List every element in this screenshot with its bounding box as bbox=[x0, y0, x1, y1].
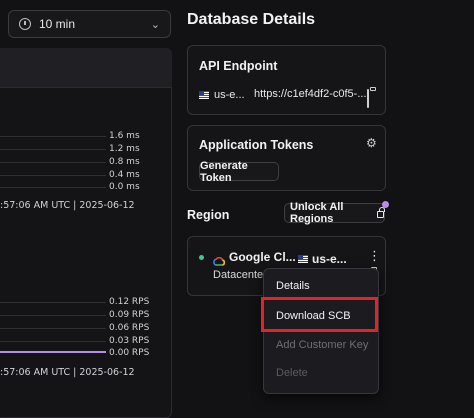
menu-item-delete[interactable]: Delete bbox=[276, 367, 308, 379]
grid-line bbox=[0, 315, 106, 316]
grid-line bbox=[0, 328, 106, 329]
region-subtitle: Datacenter bbox=[213, 269, 267, 281]
copy-icon[interactable] bbox=[367, 89, 369, 108]
google-cloud-icon bbox=[213, 253, 226, 266]
generate-token-button[interactable]: Generate Token bbox=[199, 160, 279, 184]
rps-chart: 0.12 RPS 0.09 RPS 0.06 RPS 0.03 RPS 0.00… bbox=[0, 0, 172, 418]
region-location-label: us-e... bbox=[312, 252, 347, 266]
y-tick-label: 0.06 RPS bbox=[109, 323, 150, 333]
menu-item-add-customer-key[interactable]: Add Customer Key bbox=[276, 339, 368, 351]
rps-series-line bbox=[0, 351, 106, 353]
lock-icon bbox=[377, 207, 385, 218]
endpoint-region-label: us-e... bbox=[214, 89, 245, 101]
region-title: Region bbox=[187, 208, 230, 222]
grid-line bbox=[0, 302, 106, 303]
provider-label: Google Cl... bbox=[229, 250, 296, 264]
endpoint-region: us-e... bbox=[199, 89, 245, 101]
unlock-all-regions-label: Unlock All Regions bbox=[290, 201, 344, 225]
y-tick-label: 0.12 RPS bbox=[109, 297, 150, 307]
status-dot bbox=[199, 255, 204, 260]
application-tokens-title: Application Tokens bbox=[199, 138, 314, 152]
provider-info: Google Cl... bbox=[213, 250, 296, 266]
notification-dot bbox=[382, 201, 389, 208]
y-tick-label: 0.00 RPS bbox=[109, 348, 150, 358]
x-timestamp-label: :57:06 AM UTC | 2025-06-12 bbox=[0, 367, 135, 378]
api-endpoint-card: API Endpoint us-e... https://c1ef4df2-c0… bbox=[187, 45, 386, 115]
page-title: Database Details bbox=[187, 11, 316, 28]
unlock-all-regions-button[interactable]: Unlock All Regions bbox=[284, 201, 385, 225]
menu-item-details[interactable]: Details bbox=[276, 280, 310, 292]
grid-line bbox=[0, 341, 106, 342]
endpoint-url: https://c1ef4df2-c0f5-... bbox=[254, 88, 367, 100]
y-tick-label: 0.03 RPS bbox=[109, 336, 150, 346]
download-scb-highlight bbox=[261, 297, 378, 332]
y-tick-label: 0.09 RPS bbox=[109, 310, 150, 320]
us-flag-icon bbox=[199, 91, 209, 99]
application-tokens-card: Application Tokens ⚙ Generate Token bbox=[187, 125, 386, 191]
more-options-icon[interactable]: ⋮ bbox=[368, 249, 381, 262]
region-location: us-e... bbox=[298, 252, 347, 266]
api-endpoint-title: API Endpoint bbox=[199, 59, 278, 73]
gear-icon[interactable]: ⚙ bbox=[366, 136, 377, 150]
us-flag-icon bbox=[298, 255, 308, 263]
